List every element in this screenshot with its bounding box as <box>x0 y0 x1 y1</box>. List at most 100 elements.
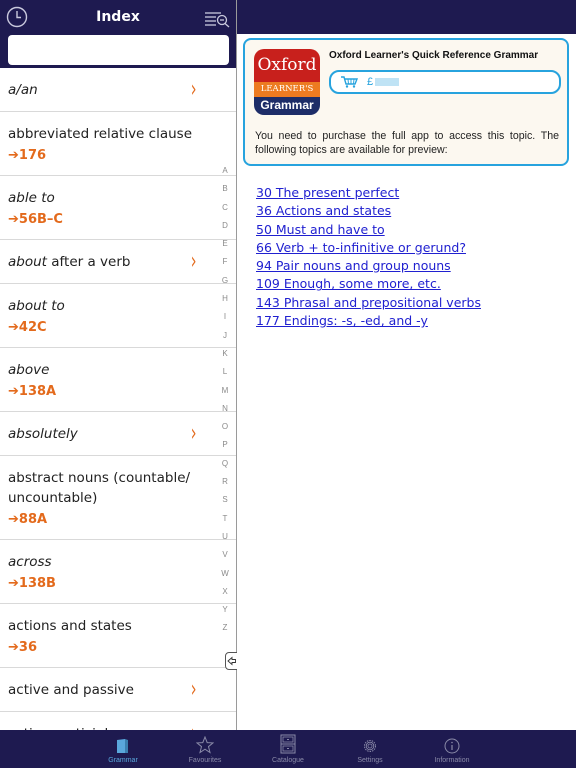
promo-message: You need to purchase the full app to acc… <box>255 130 559 156</box>
alphabet-letter[interactable]: V <box>216 546 234 564</box>
cabinet-icon <box>248 730 328 754</box>
index-item[interactable]: above ➔138A <box>0 348 236 412</box>
index-item-title: abstract nouns (countable/ uncountable) <box>8 468 228 508</box>
alphabet-letter[interactable]: G <box>216 272 234 290</box>
index-item[interactable]: abstract nouns (countable/ uncountable) ➔… <box>0 456 236 540</box>
alphabet-letter[interactable]: N <box>216 400 234 418</box>
alphabet-letter[interactable]: X <box>216 583 234 601</box>
tab-label: Catalogue <box>272 757 304 764</box>
promo-title: Oxford Learner's Quick Reference Grammar <box>329 50 539 61</box>
alphabet-letter[interactable]: J <box>216 327 234 345</box>
chevron-right-icon: › <box>190 419 197 447</box>
info-icon <box>412 730 492 754</box>
alphabet-letter[interactable]: M <box>216 382 234 400</box>
app-icon-line2: LEARNER'S <box>254 82 320 97</box>
alphabet-letter[interactable]: Y <box>216 601 234 619</box>
index-list: a/an › abbreviated relative clause ➔176 able… <box>0 68 236 730</box>
alphabet-letter[interactable]: K <box>216 345 234 363</box>
alphabet-letter[interactable]: A <box>216 162 234 180</box>
price-mask <box>375 78 400 87</box>
index-header: Index <box>0 0 236 68</box>
index-item[interactable]: about after a verb › <box>0 240 236 284</box>
search-input[interactable] <box>8 35 229 65</box>
alphabet-letter[interactable]: E <box>216 235 234 253</box>
alphabet-letter[interactable]: Z <box>216 619 234 637</box>
preview-topic-link[interactable]: 109 Enough, some more, etc. <box>256 275 481 293</box>
content-header <box>237 0 576 34</box>
index-item-reference[interactable]: ➔176 <box>8 146 228 166</box>
chevron-right-icon: › <box>191 721 197 730</box>
index-item-reference[interactable]: ➔138B <box>8 574 228 594</box>
index-item-reference[interactable]: ➔36 <box>8 638 228 658</box>
alphabet-index[interactable]: ABCDEFGHIJKLMNOPQRSTUVWXYZ <box>216 162 234 638</box>
index-item[interactable]: about to ➔42C <box>0 284 236 348</box>
alphabet-letter[interactable]: L <box>216 363 234 381</box>
tab-catalogue[interactable]: Catalogue <box>248 730 328 768</box>
index-item[interactable]: active and passive › <box>0 668 236 712</box>
alphabet-letter[interactable]: D <box>216 217 234 235</box>
index-item[interactable]: able to ➔56B–C <box>0 176 236 240</box>
alphabet-letter[interactable]: S <box>216 491 234 509</box>
alphabet-letter[interactable]: O <box>216 418 234 436</box>
price-label: £ <box>367 76 400 88</box>
app-icon: Oxford LEARNER'S Grammar <box>254 49 320 115</box>
alphabet-letter[interactable]: H <box>216 290 234 308</box>
app-icon-line1: Oxford <box>254 49 320 82</box>
tab-label: Favourites <box>188 757 222 764</box>
tab-favourites[interactable]: Favourites <box>165 730 245 768</box>
index-item[interactable]: actions and states ➔36 <box>0 604 236 668</box>
index-item-text: after a verb <box>46 254 131 270</box>
index-item-title: abbreviated relative clause <box>8 124 228 144</box>
buy-button[interactable]: £ <box>329 70 561 94</box>
tab-grammar[interactable]: Grammar <box>83 730 163 768</box>
index-item[interactable]: across ➔138B <box>0 540 236 604</box>
index-item-reference[interactable]: ➔88A <box>8 510 228 530</box>
preview-topic-link[interactable]: 143 Phrasal and prepositional verbs <box>256 294 481 312</box>
gear-icon <box>330 730 410 754</box>
index-title: Index <box>96 9 140 25</box>
index-item-title: across <box>8 552 228 572</box>
index-item-title: about to <box>8 296 228 316</box>
tab-bar: Grammar Favourites Catalogue Settings Inform… <box>0 730 576 768</box>
index-item[interactable]: absolutely › <box>0 412 236 456</box>
preview-topic-link[interactable]: 50 Must and have to <box>256 221 481 239</box>
index-item-reference[interactable]: ➔138A <box>8 382 228 402</box>
index-item-reference[interactable]: ➔42C <box>8 318 228 338</box>
index-item-title: actions and states <box>8 616 228 636</box>
preview-topic-link[interactable]: 94 Pair nouns and group nouns <box>256 257 481 275</box>
alphabet-letter[interactable]: Q <box>216 455 234 473</box>
cart-icon <box>341 76 359 88</box>
index-item-text: active and passive <box>8 682 134 698</box>
index-item[interactable]: abbreviated relative clause ➔176 <box>0 112 236 176</box>
alphabet-letter[interactable]: C <box>216 199 234 217</box>
index-item[interactable]: a/an › <box>0 68 236 112</box>
alphabet-letter[interactable]: T <box>216 510 234 528</box>
index-item-text: abbreviated relative clause <box>8 126 192 142</box>
index-item-title: above <box>8 360 228 380</box>
preview-topic-link[interactable]: 177 Endings: -s, -ed, and -y <box>256 312 481 330</box>
chevron-right-icon: › <box>190 75 197 103</box>
index-item-reference[interactable]: ➔56B–C <box>8 210 228 230</box>
preview-topic-link[interactable]: 30 The present perfect <box>256 184 481 202</box>
index-item-keyword: able to <box>8 190 55 206</box>
index-item-keyword: about <box>8 254 47 270</box>
alphabet-letter[interactable]: P <box>216 436 234 454</box>
tab-label: Settings <box>357 757 383 764</box>
purchase-promo: Oxford LEARNER'S Grammar Oxford Learner'… <box>243 38 569 166</box>
index-item[interactable]: active participle› <box>0 712 236 730</box>
tab-settings[interactable]: Settings <box>330 730 410 768</box>
alphabet-letter[interactable]: R <box>216 473 234 491</box>
tab-information[interactable]: Information <box>412 730 492 768</box>
preview-topic-link[interactable]: 36 Actions and states <box>256 202 481 220</box>
preview-topics-list: 30 The present perfect 36 Actions and sta… <box>256 184 481 330</box>
preview-topic-link[interactable]: 66 Verb + to-infinitive or gerund? <box>256 239 481 257</box>
index-item-keyword: across <box>8 554 52 570</box>
alphabet-letter[interactable]: I <box>216 308 234 326</box>
alphabet-letter[interactable]: U <box>216 528 234 546</box>
index-item-keyword: above <box>8 362 50 378</box>
tab-label: Information <box>434 757 470 764</box>
alphabet-letter[interactable]: W <box>216 565 234 583</box>
alphabet-letter[interactable]: B <box>216 180 234 198</box>
alphabet-letter[interactable]: F <box>216 253 234 271</box>
list-search-icon[interactable] <box>204 10 230 28</box>
